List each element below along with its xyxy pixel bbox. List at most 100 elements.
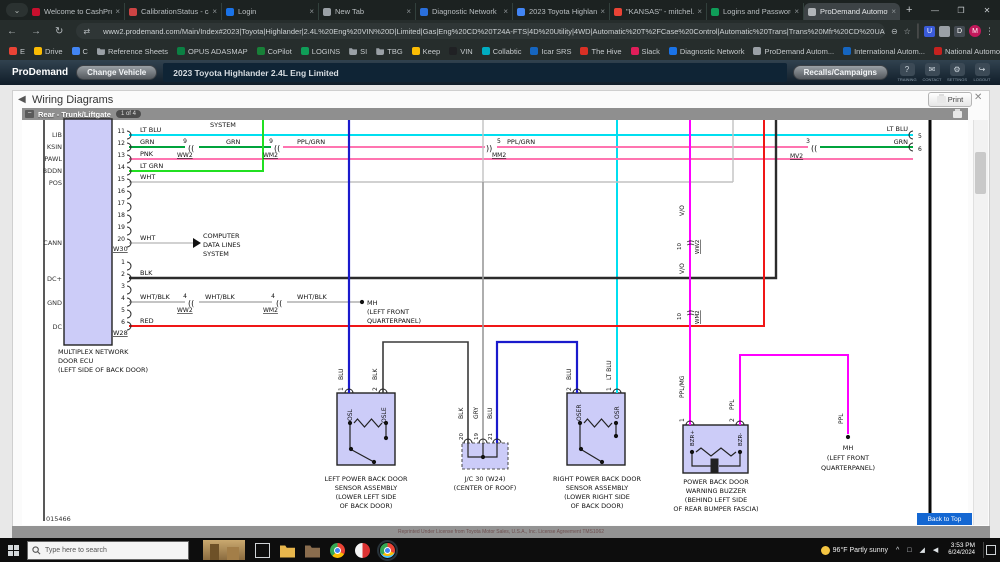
bookmark-item[interactable]: CoPilot	[257, 47, 292, 56]
bookmark-item[interactable]: Keep	[412, 47, 441, 56]
tab-close-icon[interactable]: ×	[600, 7, 605, 16]
task-view-icon[interactable]	[255, 543, 270, 558]
url-text: www2.prodemand.com/Main/Index#2023|Toyot…	[103, 27, 885, 36]
training-button[interactable]: ?TRAINING	[897, 63, 917, 82]
bookmark-item[interactable]: Reference Sheets	[97, 47, 168, 56]
bookmark-item[interactable]: TBG	[376, 47, 402, 56]
bookmark-favicon	[843, 47, 851, 55]
bookmark-item[interactable]: SI	[349, 47, 367, 56]
bookmark-label: Diagnostic Network	[680, 47, 745, 56]
close-window-button[interactable]: ✕	[974, 0, 1000, 20]
browser-tab[interactable]: CalibrationStatus - cali×	[125, 3, 222, 20]
recalls-campaigns-button[interactable]: Recalls/Campaigns	[793, 65, 888, 80]
notification-center-icon[interactable]	[983, 542, 998, 558]
start-button[interactable]	[8, 545, 19, 556]
browser-tab[interactable]: New Tab×	[319, 3, 416, 20]
change-vehicle-button[interactable]: Change Vehicle	[76, 65, 157, 80]
tab-close-icon[interactable]: ×	[503, 7, 508, 16]
bookmark-item[interactable]: National Automotiv...	[934, 47, 1000, 56]
address-bar[interactable]: ⇄ www2.prodemand.com/Main/Index#2023|Toy…	[76, 23, 885, 39]
browser-tab[interactable]: Welcome to CashPro×	[28, 3, 125, 20]
browser-tab[interactable]: Diagnostic Network×	[416, 3, 513, 20]
bookmark-item[interactable]: Icar SRS	[530, 47, 571, 56]
prodemand-menu: ?TRAINING ✉CONTACT ⚙SETTINGS ↪LOGOUT	[892, 63, 992, 82]
maximize-button[interactable]: ❐	[948, 0, 974, 20]
contact-button[interactable]: ✉CONTACT	[922, 63, 942, 82]
training-icon: ?	[900, 63, 915, 76]
profile-avatar[interactable]: M	[969, 25, 981, 37]
zoom-out-icon[interactable]: ⊖	[891, 27, 898, 36]
bookmark-favicon	[34, 47, 42, 55]
bookmark-item[interactable]: Collabtic	[482, 47, 522, 56]
browser-tab[interactable]: "KANSAS" - mitchel.n×	[610, 3, 707, 20]
browser-toolbar: ← → ↻ ⇄ www2.prodemand.com/Main/Index#20…	[0, 20, 1000, 42]
taskbar-clock[interactable]: 3:53 PM 6/24/2024	[948, 542, 975, 558]
extension-icon[interactable]	[939, 26, 950, 37]
new-tab-button[interactable]: +	[906, 4, 912, 16]
tab-close-icon[interactable]: ×	[212, 7, 217, 16]
site-settings-icon[interactable]: ⇄	[83, 27, 90, 36]
browser-menu-icon[interactable]: ⋮	[985, 26, 994, 37]
forward-icon[interactable]: →	[31, 26, 41, 37]
bookmark-star-icon[interactable]: ☆	[904, 27, 911, 36]
volume-tray-icon[interactable]: ◀	[933, 546, 938, 554]
tab-close-icon[interactable]: ×	[794, 7, 799, 16]
tab-close-icon[interactable]: ×	[309, 7, 314, 16]
extension-icon[interactable]: D	[954, 26, 965, 37]
tab-close-icon[interactable]: ×	[406, 7, 411, 16]
tab-close-icon[interactable]: ×	[697, 7, 702, 16]
bookmark-item[interactable]: VIN	[449, 47, 473, 56]
bookmark-item[interactable]: International Autom...	[843, 47, 925, 56]
logout-button[interactable]: ↪LOGOUT	[972, 63, 992, 82]
folder-icon	[97, 47, 105, 55]
back-icon[interactable]: ←	[7, 26, 17, 37]
time-text: 3:53 PM	[948, 542, 975, 550]
display-tray-icon[interactable]: □	[907, 547, 911, 554]
collapse-section-icon[interactable]: −	[25, 110, 34, 118]
tab-list: Welcome to CashPro×CalibrationStatus - c…	[28, 0, 900, 20]
browser-tab[interactable]: 2023 Toyota Highlan...×	[513, 3, 610, 20]
close-panel-icon[interactable]: ✕	[974, 92, 982, 103]
bookmark-item[interactable]: ProDemand Autom...	[753, 47, 834, 56]
taskbar-search[interactable]: Type here to search	[27, 541, 189, 560]
settings-button[interactable]: ⚙SETTINGS	[947, 63, 967, 82]
diagram-canvas[interactable]	[22, 120, 968, 525]
bookmark-item[interactable]: Diagnostic Network	[669, 47, 745, 56]
browser-tab[interactable]: Login×	[222, 3, 319, 20]
diagram-section-bar: − Rear - Trunk/Liftgate 1 of 4	[22, 108, 968, 120]
bookmark-item[interactable]: OPUS ADASMAP	[177, 47, 248, 56]
tab-search-icon[interactable]: ⌄	[6, 3, 28, 17]
tab-close-icon[interactable]: ×	[891, 7, 896, 16]
browser-app-icon[interactable]	[355, 543, 370, 558]
bookmark-item[interactable]: E	[9, 47, 25, 56]
weather-widget[interactable]: 96°F Partly sunny	[821, 546, 888, 555]
print-button[interactable]: Print	[928, 92, 972, 107]
reload-icon[interactable]: ↻	[55, 26, 63, 37]
chrome-active-icon[interactable]	[380, 543, 395, 558]
tab-close-icon[interactable]: ×	[115, 7, 120, 16]
tab-favicon	[517, 8, 525, 16]
bookmark-item[interactable]: Drive	[34, 47, 63, 56]
tray-chevron-icon[interactable]: ^	[896, 547, 899, 554]
tab-label: Logins and Password...	[723, 7, 791, 16]
bookmark-item[interactable]: Slack	[631, 47, 660, 56]
search-highlight-image[interactable]	[203, 540, 245, 560]
bookmark-label: Reference Sheets	[108, 47, 168, 56]
chrome-icon[interactable]	[330, 543, 345, 558]
network-tray-icon[interactable]: ◢	[920, 546, 925, 554]
section-printer-icon[interactable]	[953, 111, 962, 118]
pictures-folder-icon[interactable]	[305, 543, 320, 558]
extension-icon[interactable]: U	[924, 26, 935, 37]
minimize-button[interactable]: —	[922, 0, 948, 20]
prodemand-logo[interactable]: ProDemand	[12, 67, 68, 78]
bookmark-item[interactable]: C	[72, 47, 88, 56]
tab-favicon	[808, 8, 816, 16]
scrollbar-thumb[interactable]	[975, 152, 986, 194]
back-to-top-button[interactable]: Back to Top	[917, 513, 972, 525]
browser-tab[interactable]: Logins and Password...×	[707, 3, 804, 20]
bookmark-item[interactable]: The Hive	[580, 47, 621, 56]
bookmark-item[interactable]: LOGINS	[301, 47, 340, 56]
file-explorer-icon[interactable]	[280, 543, 295, 558]
browser-tab[interactable]: ProDemand Automot...×	[804, 3, 900, 20]
back-arrow-icon[interactable]: ◀	[18, 94, 26, 105]
